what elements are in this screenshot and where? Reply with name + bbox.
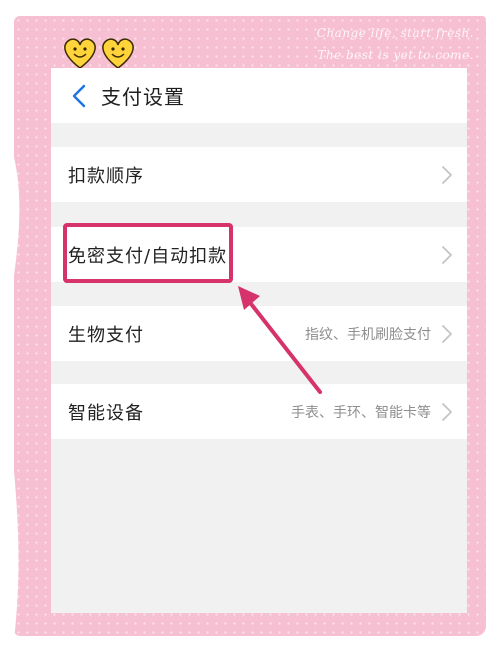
chevron-right-icon <box>442 403 452 421</box>
setting-row-value: 手表、手环、智能卡等 <box>291 404 431 421</box>
chevron-right-icon <box>442 325 452 343</box>
annotation-highlight-box <box>63 223 233 283</box>
annotation-arrow-icon <box>238 286 322 394</box>
setting-row-label: 生物支付 <box>68 324 144 346</box>
setting-row-deduction-order[interactable]: 扣款顺序 <box>51 147 467 202</box>
chevron-right-icon <box>442 246 452 264</box>
slogan-line-2: The best is yet to come. <box>317 48 474 62</box>
setting-row-label: 扣款顺序 <box>68 165 144 187</box>
page-title: 支付设置 <box>101 85 185 109</box>
slogan-line-1: Change life, start fresh. <box>316 26 474 40</box>
nav-bar: 支付设置 <box>51 68 467 123</box>
chevron-right-icon <box>442 166 452 184</box>
chevron-left-icon[interactable] <box>57 68 101 123</box>
setting-row-label: 智能设备 <box>68 402 144 424</box>
